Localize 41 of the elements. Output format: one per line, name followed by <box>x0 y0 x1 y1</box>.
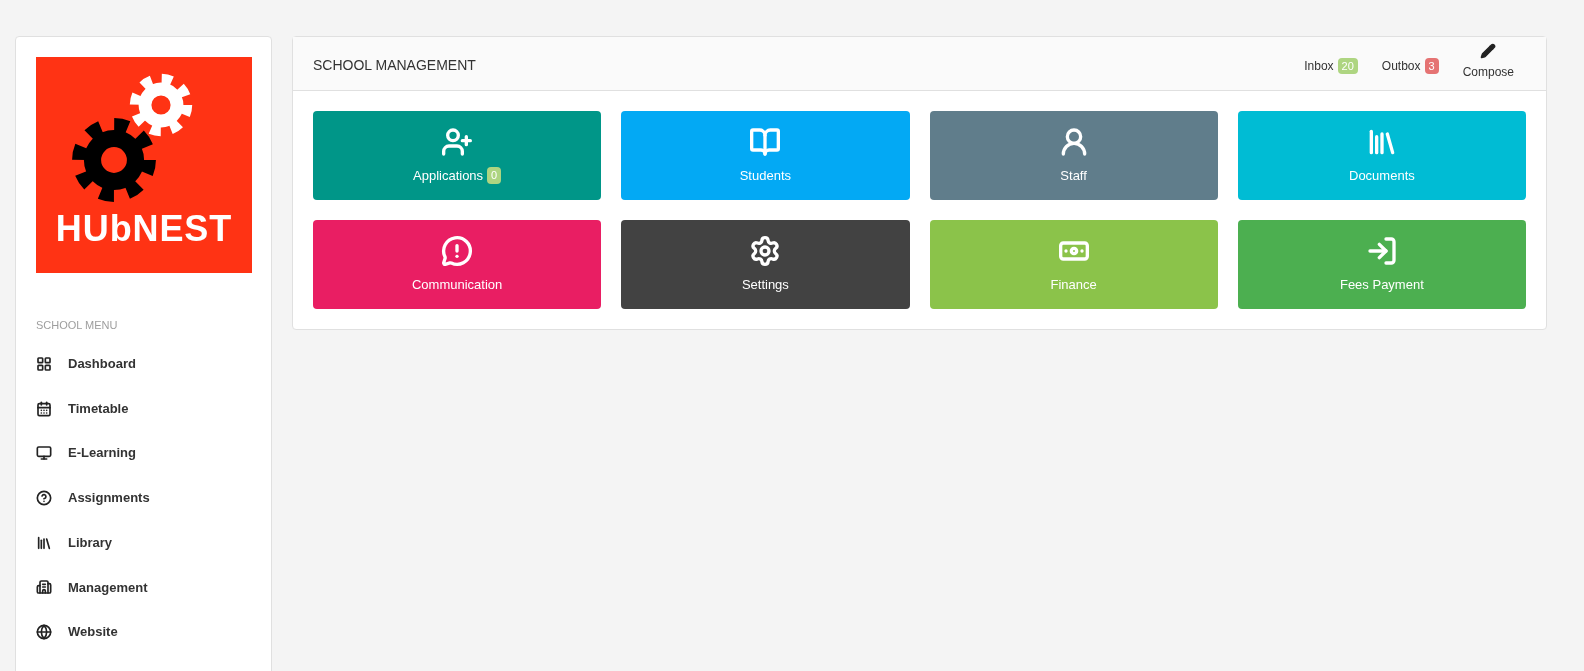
tile-label: Applications <box>413 166 484 185</box>
menu-item[interactable]: E-Learning <box>36 430 251 476</box>
building-icon <box>36 579 52 596</box>
mail-link[interactable]: Inbox 20 <box>1304 57 1358 75</box>
tile-label: Fees Payment <box>1339 275 1424 294</box>
user-plus-icon <box>441 125 474 158</box>
menu-item[interactable]: Dashboard <box>36 341 251 387</box>
compose-button[interactable]: Compose <box>1462 43 1514 81</box>
tile-label: Settings <box>741 275 789 294</box>
tile-label: Finance <box>1050 275 1097 294</box>
menu-item[interactable]: Timetable <box>36 386 251 431</box>
calendar-icon <box>36 400 52 417</box>
help-icon <box>36 489 52 506</box>
speech-bubble-icon <box>441 234 474 267</box>
module-tile[interactable]: Settings <box>621 220 910 309</box>
tile-label: Students <box>739 166 792 185</box>
pencil-icon <box>1480 43 1497 59</box>
logo-text: HUbNEST <box>55 211 233 247</box>
panel-title: SCHOOL MANAGEMENT <box>313 56 476 75</box>
gear-icon <box>129 73 193 137</box>
tile-label: Staff <box>1060 166 1087 185</box>
globe-icon <box>36 623 52 640</box>
books-icon <box>36 534 52 551</box>
menu-item[interactable]: Website <box>36 609 251 655</box>
module-tile[interactable]: Communication <box>313 220 602 309</box>
count-badge: 20 <box>1337 57 1358 75</box>
mail-link[interactable]: Outbox 3 <box>1381 57 1439 75</box>
module-tile[interactable]: Applications 0 <box>313 111 602 200</box>
tile-label: Documents <box>1349 166 1415 185</box>
monitor-icon <box>36 445 52 462</box>
menu-item[interactable]: Library <box>36 520 251 565</box>
tile-label: Communication <box>411 275 503 294</box>
settings-icon <box>749 234 782 267</box>
count-badge: 0 <box>487 167 502 184</box>
menu-heading: SCHOOL MENU <box>36 318 119 333</box>
count-badge: 3 <box>1424 57 1439 75</box>
grid-icon <box>36 355 52 372</box>
module-tile[interactable]: Staff <box>929 111 1218 200</box>
menu-item[interactable]: Management <box>36 564 251 610</box>
menu-item[interactable]: Assignments <box>36 475 251 521</box>
gear-icon <box>71 117 157 203</box>
